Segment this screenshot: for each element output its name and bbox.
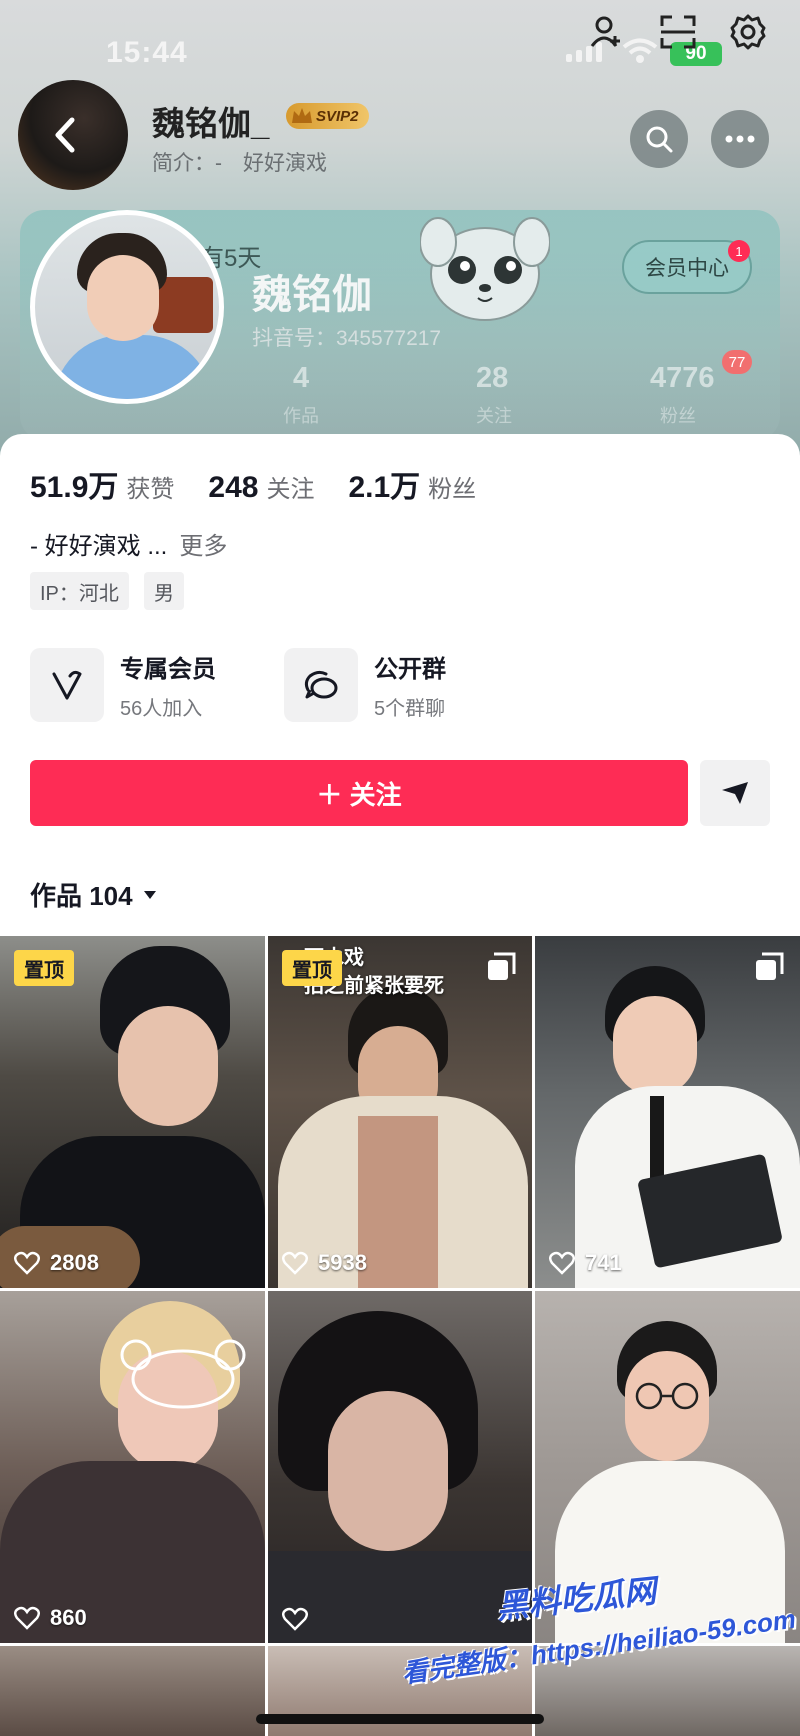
search-icon <box>646 126 673 153</box>
video-thumbnail-4[interactable]: 860 <box>0 1291 265 1643</box>
multi-image-icon <box>754 952 784 987</box>
heart-icon <box>14 1606 40 1630</box>
member-center-badge: 1 <box>728 240 750 262</box>
card-stat-following: 28 <box>476 362 509 394</box>
feature-subtitle: 56人加入 <box>120 698 203 720</box>
more-dots-icon <box>725 135 755 143</box>
status-time: 15:44 <box>106 36 188 69</box>
svip-badge: SVIP2 <box>286 103 369 129</box>
feature-title: 专属会员 <box>120 656 216 683</box>
pinned-badge: 置顶 <box>282 950 342 986</box>
video-thumbnail-5[interactable] <box>268 1291 532 1643</box>
multi-image-icon <box>486 952 516 987</box>
header-nav: 魏铭伽_ SVIP2 简介：- 好好演戏 <box>0 75 800 195</box>
heart-icon <box>282 1251 308 1275</box>
card-stat-fans: 4776 <box>650 362 715 394</box>
feature-public-group[interactable]: 公开群 5个群聊 <box>284 648 446 722</box>
add-friend-icon[interactable] <box>584 10 628 54</box>
bear-ears-sticker-icon <box>120 1339 246 1409</box>
likes-count[interactable]: 51.9万 <box>30 462 118 506</box>
mascot-bear-icon <box>419 212 551 337</box>
video-thumbnail-2[interactable]: 下水戏拍之前紧张要死 置顶 5938 <box>268 936 532 1288</box>
card-nickname: 魏铭伽 <box>252 273 372 317</box>
following-label: 关注 <box>266 476 315 503</box>
share-button[interactable] <box>700 760 770 826</box>
bio-more-link[interactable]: 更多 <box>179 533 227 560</box>
following-count[interactable]: 248 <box>208 471 258 505</box>
video-likes: 2808 <box>14 1250 99 1276</box>
bio-header: 简介：- 好好演戏 <box>152 152 327 175</box>
video-likes <box>282 1607 318 1631</box>
card-stat-following-label: 关注 <box>476 406 512 426</box>
settings-gear-icon[interactable] <box>726 10 770 54</box>
video-likes: 860 <box>14 1605 87 1631</box>
heart-icon <box>549 1251 575 1275</box>
follow-button[interactable]: ＋ 关注 <box>30 760 688 826</box>
search-button[interactable] <box>630 110 688 168</box>
card-stat-works: 4 <box>293 362 310 394</box>
works-tab-label: 作品 104 <box>30 881 133 911</box>
heart-icon <box>282 1607 308 1631</box>
glasses-sticker-icon <box>635 1382 699 1410</box>
heart-icon <box>14 1251 40 1275</box>
scan-icon[interactable] <box>656 10 700 54</box>
feature-subtitle: 5个群聊 <box>374 698 446 720</box>
bio: - 好好演戏 ... 更多 <box>30 526 227 561</box>
back-chevron-icon[interactable] <box>46 112 86 163</box>
video-likes: 741 <box>549 1250 622 1276</box>
home-indicator <box>256 1714 544 1724</box>
ip-tag: IP：河北 <box>30 572 129 610</box>
feature-title: 公开群 <box>374 656 446 683</box>
video-thumbnail-3[interactable]: 741 <box>535 936 800 1288</box>
send-arrow-icon <box>722 782 748 804</box>
card-stat-fans-label: 粉丝 <box>660 406 696 426</box>
likes-label: 获赞 <box>126 476 175 503</box>
video-thumbnail-1[interactable]: 置顶 2808 <box>0 936 265 1288</box>
feature-exclusive-member[interactable]: 专属会员 56人加入 <box>30 648 216 722</box>
heart-v-icon <box>30 648 104 722</box>
nickname-header: 魏铭伽_ <box>152 105 270 142</box>
pinned-badge: 置顶 <box>14 950 74 986</box>
video-thumbnail-7[interactable] <box>0 1646 265 1736</box>
avatar-small <box>18 80 128 190</box>
crown-icon <box>292 108 312 123</box>
fans-label: 粉丝 <box>428 476 477 503</box>
caret-down-icon <box>143 890 156 899</box>
chat-bubbles-icon <box>284 648 358 722</box>
profile-header: 15:44 90 魏铭伽_ SVIP2 简介：- 好好演戏 有5天 会员中心 1… <box>0 0 800 470</box>
gender-tag: 男 <box>144 572 184 610</box>
more-button[interactable] <box>711 110 769 168</box>
fans-badge: 77 <box>722 350 752 374</box>
douyin-id[interactable]: 抖音号：345577217 <box>252 322 441 352</box>
card-stat-works-label: 作品 <box>283 406 319 426</box>
video-likes: 5938 <box>282 1250 367 1276</box>
bio-text: - 好好演戏 ... <box>30 533 168 560</box>
tab-works[interactable]: 作品 104 <box>30 876 157 913</box>
profile-stats: 51.9万 获赞 248 关注 2.1万 粉丝 <box>30 462 510 506</box>
fans-count[interactable]: 2.1万 <box>348 462 420 506</box>
avatar[interactable] <box>30 210 224 404</box>
